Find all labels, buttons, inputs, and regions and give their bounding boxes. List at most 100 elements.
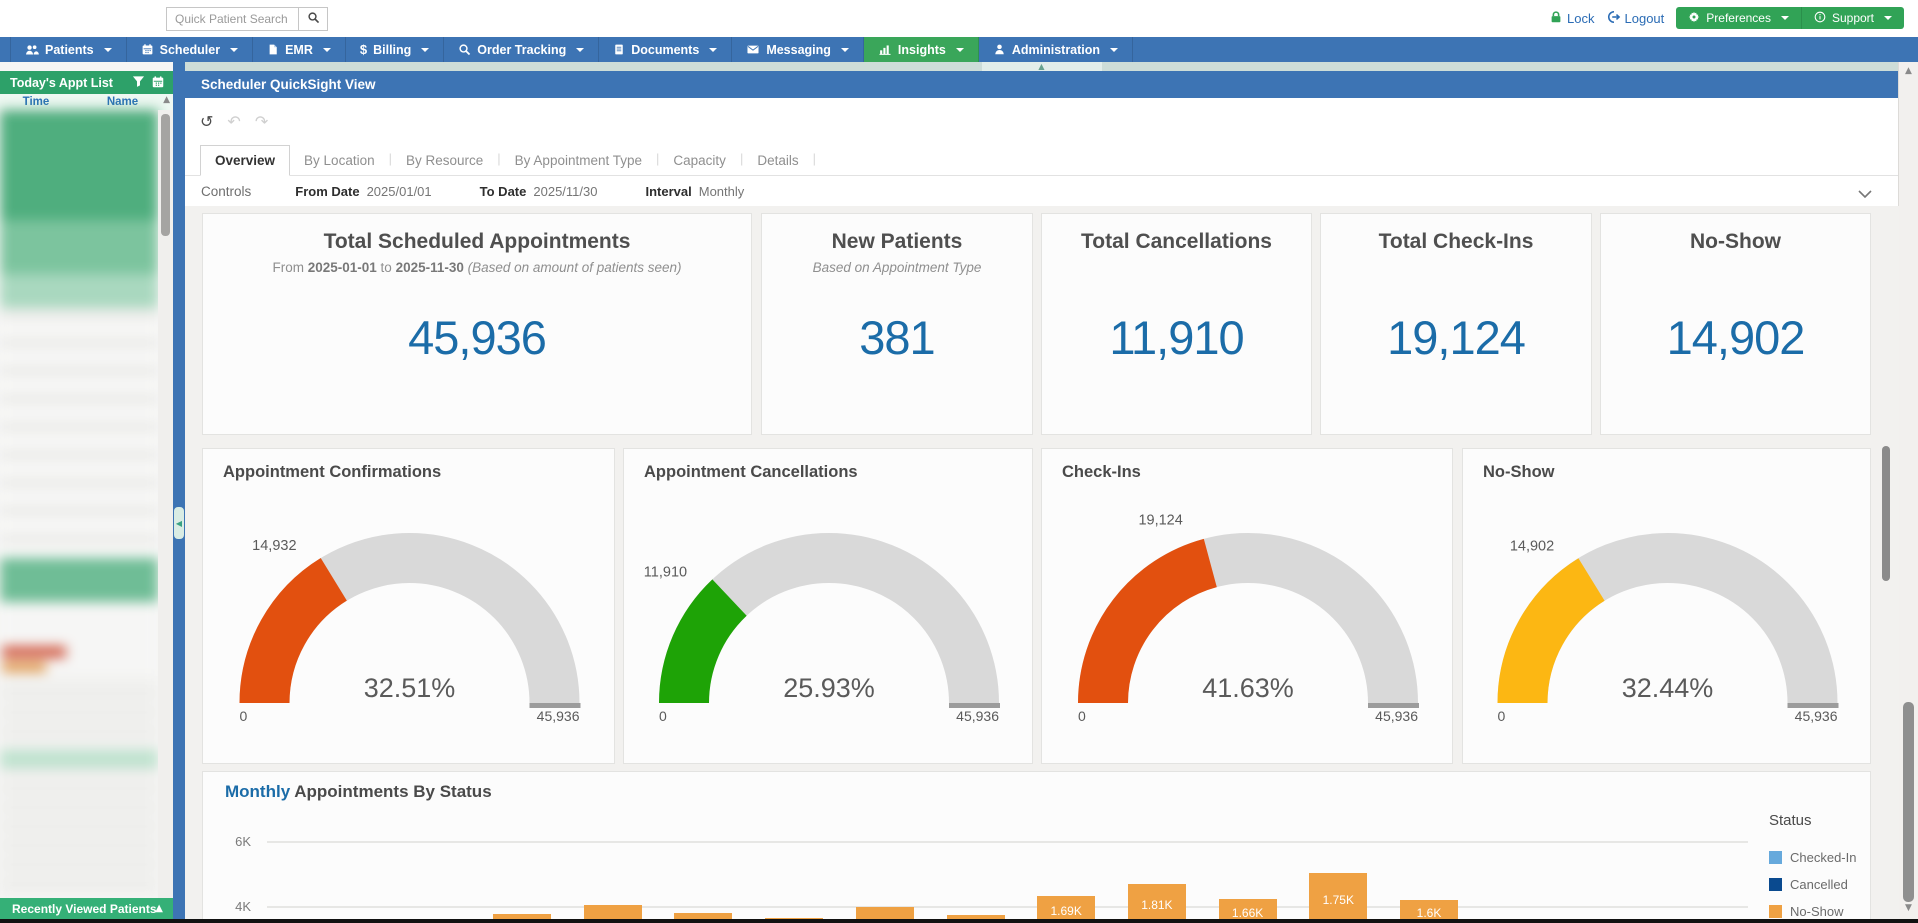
quicksight-toolbar: ↺ ↶ ↷: [200, 112, 268, 131]
gauge-title: No-Show: [1483, 463, 1555, 482]
gauge-title: Appointment Cancellations: [644, 463, 858, 482]
tab-by-resource[interactable]: By Resource: [392, 146, 497, 175]
main-nav: PatientsSchedulerEMR$BillingOrder Tracki…: [0, 37, 1918, 62]
logout-button[interactable]: Logout: [1607, 10, 1665, 27]
nav-item-emr[interactable]: EMR: [253, 37, 346, 62]
people-icon: [25, 43, 39, 57]
undo-icon[interactable]: ↶: [227, 112, 240, 131]
gauge-card: Appointment Cancellations11,91025.93%045…: [623, 448, 1033, 764]
support-button[interactable]: Support: [1801, 7, 1904, 29]
legend-item-no-show[interactable]: No-Show: [1769, 904, 1843, 919]
quick-patient-search: [166, 7, 328, 31]
nav-item-label: Insights: [898, 43, 946, 57]
dashboard-scrollbar-thumb[interactable]: [1882, 446, 1890, 581]
gauge-card: No-Show14,90232.44%045,936: [1462, 448, 1871, 764]
legend-item-checked-in[interactable]: Checked-In: [1769, 850, 1856, 865]
bar-value-label: 1.75K: [1309, 893, 1367, 907]
scroll-up-icon[interactable]: ▲: [163, 95, 170, 105]
svg-text:11,910: 11,910: [644, 565, 687, 581]
sidebar-scrollbar[interactable]: [158, 110, 173, 898]
panel-collapse-strip[interactable]: ▲: [185, 62, 1898, 71]
nav-item-documents[interactable]: Documents: [599, 37, 732, 62]
column-time[interactable]: Time: [0, 96, 72, 108]
gauge-chart: 11,91025.93%045,936: [624, 449, 1034, 765]
kpi-subtitle: From 2025-01-01 to 2025-11-30 (Based on …: [203, 260, 751, 275]
kpi-title: Total Scheduled Appointments: [203, 230, 751, 254]
kpi-title: Total Cancellations: [1042, 230, 1311, 254]
svg-text:45,936: 45,936: [956, 708, 999, 724]
kpi-card: Total Scheduled Appointments From 2025-01…: [202, 213, 752, 435]
logout-label: Logout: [1625, 11, 1665, 26]
filter-icon[interactable]: [132, 75, 145, 92]
monthly-appointments-chart-card: Monthly Appointments By Status6K4K1.69K1…: [202, 771, 1871, 923]
legend-label: No-Show: [1790, 904, 1843, 919]
preferences-button[interactable]: Preferences: [1676, 7, 1801, 29]
tab-details[interactable]: Details: [743, 146, 812, 175]
svg-text:14,902: 14,902: [1510, 538, 1554, 554]
chevron-down-icon: [956, 48, 964, 52]
sidebar-title: Today's Appt List: [10, 76, 113, 90]
nav-item-messaging[interactable]: Messaging: [732, 37, 864, 62]
reset-icon[interactable]: ↺: [200, 112, 213, 131]
nav-item-patients[interactable]: Patients: [10, 37, 127, 62]
kpi-card: Total Check-Ins19,124: [1320, 213, 1592, 435]
nav-item-insights[interactable]: Insights: [864, 37, 979, 62]
redo-icon[interactable]: ↷: [255, 112, 268, 131]
controls-collapse-icon[interactable]: [1858, 185, 1872, 203]
tab-by-location[interactable]: By Location: [290, 146, 389, 175]
tab-by-appointment-type[interactable]: By Appointment Type: [501, 146, 656, 175]
nav-item-label: Billing: [373, 43, 411, 57]
support-label: Support: [1832, 11, 1874, 25]
chevron-down-icon: [576, 48, 584, 52]
svg-text:45,936: 45,936: [537, 708, 580, 724]
svg-text:14,932: 14,932: [252, 538, 296, 554]
control-interval[interactable]: IntervalMonthly: [645, 184, 744, 199]
control-to-date[interactable]: To Date2025/11/30: [480, 184, 598, 199]
todays-appt-list-header: Today's Appt List: [0, 71, 173, 94]
info-icon: [1814, 11, 1826, 26]
appt-list-column-headers: Time Name ▲: [0, 94, 173, 110]
tab-overview[interactable]: Overview: [200, 145, 290, 176]
gridline: [267, 906, 1748, 908]
gauge-chart: 14,90232.44%045,936: [1463, 449, 1872, 765]
svg-text:0: 0: [240, 708, 248, 724]
bar-chart-icon: [878, 43, 892, 56]
gauge-card: Appointment Confirmations14,93232.51%045…: [202, 448, 615, 764]
search-icon: [307, 11, 320, 27]
chevron-down-icon: [1781, 16, 1789, 20]
expand-up-icon: ▲: [155, 903, 163, 914]
chevron-down-icon: [323, 48, 331, 52]
svg-text:32.51%: 32.51%: [364, 673, 456, 703]
svg-text:0: 0: [1498, 708, 1506, 724]
scroll-up-icon[interactable]: ▲: [1899, 66, 1918, 76]
legend-item-cancelled[interactable]: Cancelled: [1769, 877, 1848, 892]
gauge-chart: 19,12441.63%045,936: [1042, 449, 1454, 765]
svg-text:0: 0: [1078, 708, 1086, 724]
control-from-date[interactable]: From Date2025/01/01: [295, 184, 431, 199]
search-button[interactable]: [298, 7, 328, 31]
page-scrollbar-thumb[interactable]: [1903, 702, 1914, 902]
search-input[interactable]: [166, 7, 298, 31]
sidebar-collapse-handle[interactable]: ◀: [174, 507, 184, 539]
nav-item-administration[interactable]: Administration: [979, 37, 1133, 62]
kpi-value: 381: [762, 310, 1032, 365]
sidebar-scrollbar-thumb[interactable]: [161, 114, 170, 236]
nav-item-label: Administration: [1012, 43, 1100, 57]
recently-viewed-patients-bar[interactable]: Recently Viewed Patients ▲: [0, 898, 173, 919]
bottom-edge: [0, 919, 1918, 923]
nav-item-order-tracking[interactable]: Order Tracking: [444, 37, 599, 62]
calendar-icon[interactable]: [151, 75, 165, 92]
scroll-down-icon[interactable]: ▼: [1899, 903, 1918, 913]
tab-capacity[interactable]: Capacity: [659, 146, 740, 175]
kpi-value: 45,936: [203, 310, 751, 365]
column-name[interactable]: Name: [72, 96, 173, 108]
svg-text:45,936: 45,936: [1795, 708, 1838, 724]
page-scrollbar[interactable]: ▲ ▼: [1899, 62, 1918, 919]
nav-item-billing[interactable]: $Billing: [346, 37, 444, 62]
kpi-card: No-Show14,902: [1600, 213, 1871, 435]
kpi-value: 14,902: [1601, 310, 1870, 365]
nav-item-scheduler[interactable]: Scheduler: [127, 37, 253, 62]
legend-title: Status: [1769, 812, 1812, 829]
appt-list-blurred-content: [0, 110, 158, 898]
lock-button[interactable]: Lock: [1549, 10, 1594, 27]
